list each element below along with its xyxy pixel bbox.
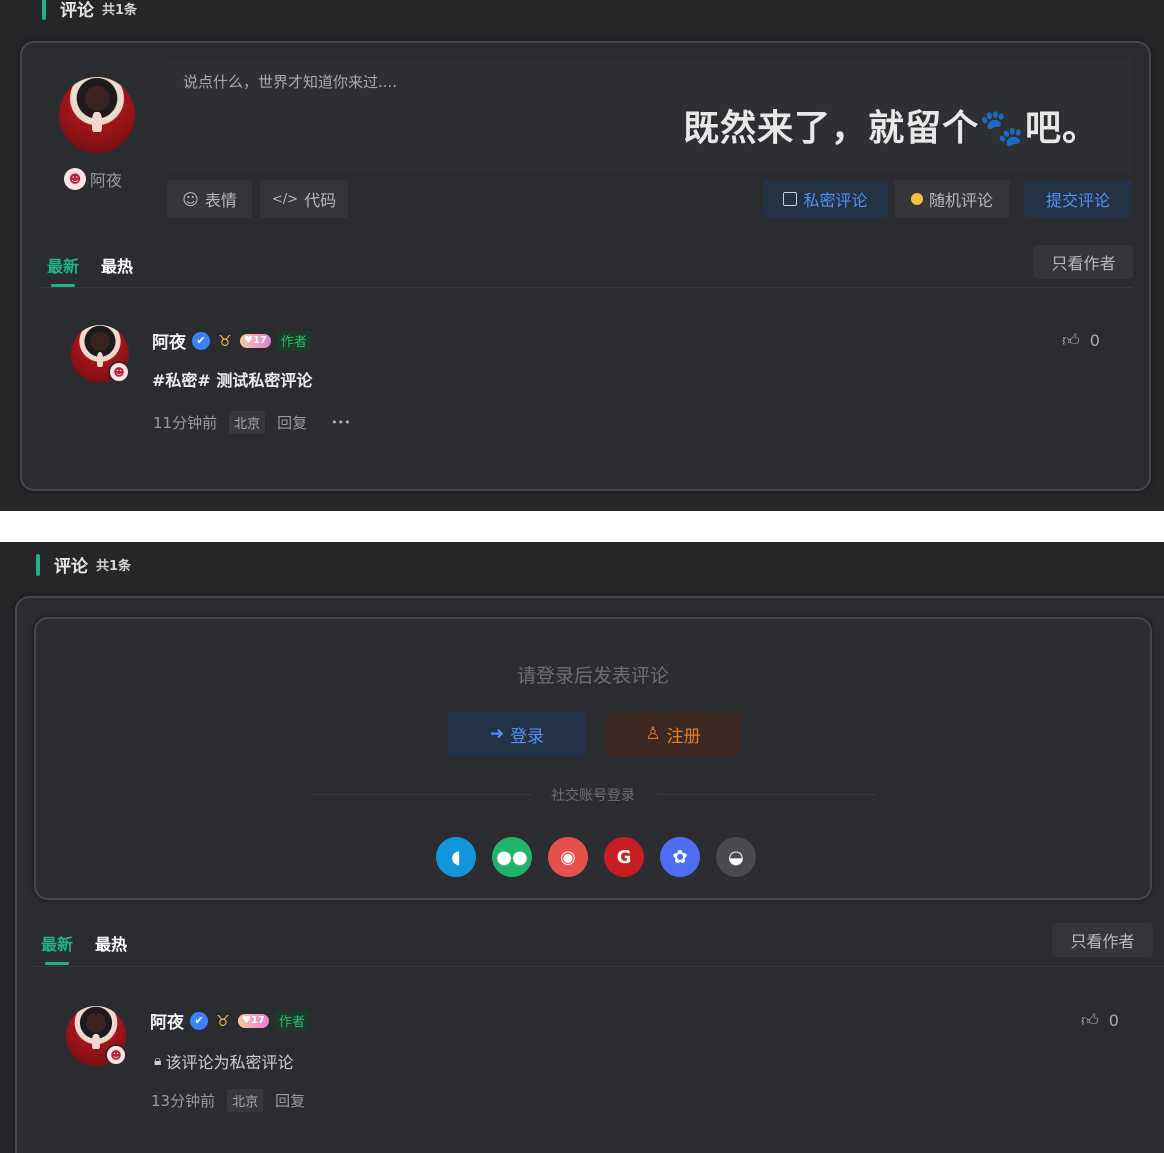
author-only-label-2: 只看作者 (1070, 932, 1135, 951)
register-label: 注册 (666, 726, 701, 747)
login-button[interactable]: ➜ 登录 (448, 711, 586, 757)
github-icon[interactable]: ◒ (716, 837, 756, 877)
comment-meta-2: 13分钟前 北京 回复 (151, 1089, 305, 1112)
comment-time: 11分钟前 (153, 414, 218, 432)
user-avatar[interactable] (59, 77, 135, 153)
title-accent-bar (42, 0, 46, 20)
private-checkbox[interactable] (783, 192, 798, 206)
private-label: 私密评论 (803, 191, 868, 210)
tab-hottest[interactable]: 最热 (101, 253, 133, 277)
wechat-icon[interactable]: ●● (492, 837, 532, 877)
private-comment-button[interactable]: 私密评论 (763, 180, 888, 218)
login-label: 登录 (510, 726, 545, 747)
social-login-icons: ◖ ●● ◉ G ✿ ◒ (436, 837, 756, 877)
tab-latest[interactable]: 最新 (47, 253, 79, 287)
textarea-slogan: 既然来了，就留个🐾吧。 (683, 108, 1099, 149)
reply-button[interactable]: 回复 (277, 412, 307, 433)
comment-author-line-2: 阿夜 ✔ ♉ ♥ 17 作者 (150, 1008, 309, 1033)
like-count-2: 0 (1108, 1011, 1119, 1030)
private-comment-label: 该评论为私密评论 (165, 1053, 294, 1072)
tabs-divider (38, 287, 1133, 288)
comments-section-title-2: 评论 共1条 (36, 552, 131, 577)
login-icon: ➜ (489, 724, 505, 744)
comment-text: #私密# 测试私密评论 (152, 371, 313, 390)
tab-hottest-2[interactable]: 最热 (95, 931, 127, 955)
like-button-2[interactable]: 👍︎ 0 (1081, 1010, 1119, 1031)
tab-latest-2[interactable]: 最新 (41, 931, 73, 965)
more-options-button[interactable]: ••• (331, 416, 350, 429)
random-label: 随机评论 (928, 191, 993, 210)
comment-sort-tabs: 最新 最热 (47, 253, 133, 287)
lock-icon: 🔒︎ (154, 1053, 162, 1069)
like-button[interactable]: 👍︎ 0 (1062, 330, 1100, 351)
user-name: 阿夜 (90, 171, 123, 190)
comment-location-2: 北京 (227, 1089, 264, 1112)
title-accent-bar-2 (36, 553, 40, 576)
private-comment-text: 🔒︎ 该评论为私密评论 (154, 1049, 293, 1073)
section-title-text-2: 评论 (54, 557, 88, 577)
comment-location: 北京 (229, 411, 266, 434)
comments-panel-logged-out: 评论 共1条 请登录后发表评论 ➜ 登录 ♙ 注册 社交账号登录 ◖ ●● ◉ G … (0, 542, 1164, 1153)
weibo-icon[interactable]: ◉ (548, 837, 588, 877)
code-label: 代码 (304, 191, 337, 210)
level-badge-2: ♥ 17 (238, 1013, 269, 1028)
author-tag: 作者 (276, 330, 311, 351)
random-comment-button[interactable]: 随机评论 (894, 180, 1010, 218)
submit-comment-button[interactable]: 提交评论 (1024, 180, 1132, 218)
comment-author-name[interactable]: 阿夜 (152, 328, 186, 353)
level-value-2: 17 (250, 1015, 265, 1026)
author-only-label: 只看作者 (1051, 254, 1116, 273)
user-name-block: ☻ 阿夜 (64, 167, 122, 191)
comment-meta: 11分钟前 北京 回复 ••• (153, 411, 351, 434)
tabs-divider-2 (34, 966, 1164, 967)
avatar-medal-icon: ☻ (108, 361, 130, 383)
social-login-label: 社交账号登录 (551, 788, 635, 804)
comment-card: ☻ 阿夜 说点什么，世界才知道你来过.... 既然来了，就留个🐾吧。 ☺ 表情 <… (20, 41, 1151, 491)
thumbs-up-icon-2: 👍︎ (1081, 1011, 1099, 1031)
reply-button-2[interactable]: 回复 (275, 1090, 305, 1111)
emoji-button[interactable]: ☺ 表情 (167, 180, 252, 218)
comment-sort-tabs-2: 最新 最热 (41, 931, 127, 965)
section-title-text: 评论 (60, 1, 94, 21)
comment-author-line: 阿夜 ✔ ♉ ♥ 17 作者 (152, 328, 311, 353)
thumbs-up-icon: 👍︎ (1062, 331, 1080, 351)
login-box: 请登录后发表评论 ➜ 登录 ♙ 注册 社交账号登录 ◖ ●● ◉ G ✿ ◒ (34, 617, 1152, 900)
social-divider-right (658, 794, 876, 795)
medal-icon: ♉ (218, 331, 232, 350)
submit-label: 提交评论 (1045, 191, 1110, 210)
comments-panel-logged-in: 评论 共1条 ☻ 阿夜 说点什么，世界才知道你来过.... 既然来了，就留个🐾吧… (0, 0, 1164, 511)
comment-textarea[interactable]: 说点什么，世界才知道你来过.... 既然来了，就留个🐾吧。 (167, 59, 1133, 173)
comment-count-2: 共1条 (96, 559, 132, 574)
comment-time-2: 13分钟前 (151, 1092, 216, 1110)
medal-icon-2: ♉ (216, 1011, 230, 1030)
like-count: 0 (1089, 331, 1100, 350)
verified-icon: ✔ (192, 331, 210, 350)
code-icon: </> (271, 191, 299, 207)
level-badge: ♥ 17 (240, 333, 271, 348)
level-value: 17 (252, 335, 267, 346)
comment-count: 共1条 (102, 3, 138, 18)
comment-author-name-2[interactable]: 阿夜 (150, 1008, 184, 1033)
comments-section-title: 评论 共1条 (42, 0, 137, 21)
random-emoji-icon (910, 193, 923, 205)
avatar-medal-icon-2: ☻ (105, 1044, 127, 1066)
author-only-button[interactable]: 只看作者 (1034, 245, 1133, 279)
smile-icon: ☺ (182, 189, 199, 209)
code-button[interactable]: </> 代码 (260, 180, 348, 218)
qq-icon[interactable]: ◖ (436, 837, 476, 877)
baidu-icon[interactable]: ✿ (660, 837, 700, 877)
user-medal-icon: ☻ (64, 168, 86, 190)
textarea-placeholder: 说点什么，世界才知道你来过.... (183, 73, 398, 91)
author-only-button-2[interactable]: 只看作者 (1052, 923, 1153, 957)
login-prompt: 请登录后发表评论 (516, 665, 669, 687)
verified-icon-2: ✔ (190, 1011, 208, 1030)
comment-card-2: 请登录后发表评论 ➜ 登录 ♙ 注册 社交账号登录 ◖ ●● ◉ G ✿ ◒ 最新 … (15, 596, 1164, 1153)
register-button[interactable]: ♙ 注册 (606, 711, 740, 757)
gitee-icon[interactable]: G (604, 837, 644, 877)
emoji-label: 表情 (204, 191, 237, 210)
user-icon: ♙ (645, 724, 661, 744)
author-tag-2: 作者 (274, 1010, 309, 1031)
